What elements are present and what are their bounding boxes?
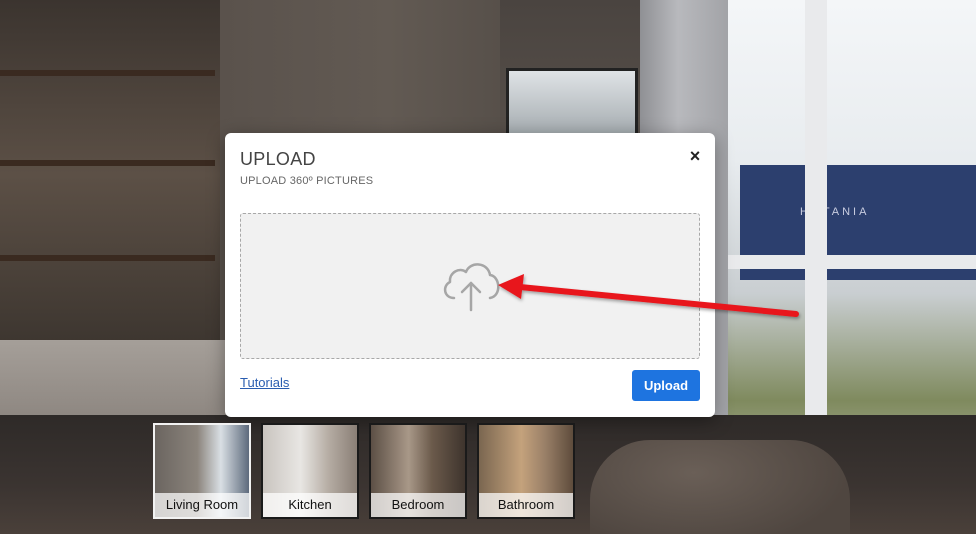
upload-button[interactable]: Upload	[632, 370, 700, 401]
tutorials-link[interactable]: Tutorials	[240, 375, 289, 390]
upload-dropzone[interactable]	[240, 213, 700, 359]
window-transom	[728, 255, 976, 269]
close-icon[interactable]: ×	[685, 146, 705, 166]
thumbnail-living-room[interactable]: Living Room	[153, 423, 251, 519]
upload-modal: UPLOAD UPLOAD 360º PICTURES × Tutorials …	[225, 133, 715, 417]
bookshelf	[0, 0, 220, 350]
shelf-board	[0, 255, 215, 261]
modal-subtitle: UPLOAD 360º PICTURES	[240, 175, 374, 187]
thumbnail-bedroom[interactable]: Bedroom	[369, 423, 467, 519]
shelf-board	[0, 160, 215, 166]
modal-title: UPLOAD	[240, 149, 316, 169]
thumbnail-bathroom[interactable]: Bathroom	[477, 423, 575, 519]
thumbnail-kitchen[interactable]: Kitchen	[261, 423, 359, 519]
thumbnail-label: Bedroom	[371, 493, 465, 517]
thumbnail-label: Bathroom	[479, 493, 573, 517]
shelf-board	[0, 70, 215, 76]
cloud-upload-icon	[443, 263, 500, 312]
thumbnail-label: Living Room	[155, 493, 249, 517]
thumbnail-label: Kitchen	[263, 493, 357, 517]
sofa	[590, 440, 850, 534]
